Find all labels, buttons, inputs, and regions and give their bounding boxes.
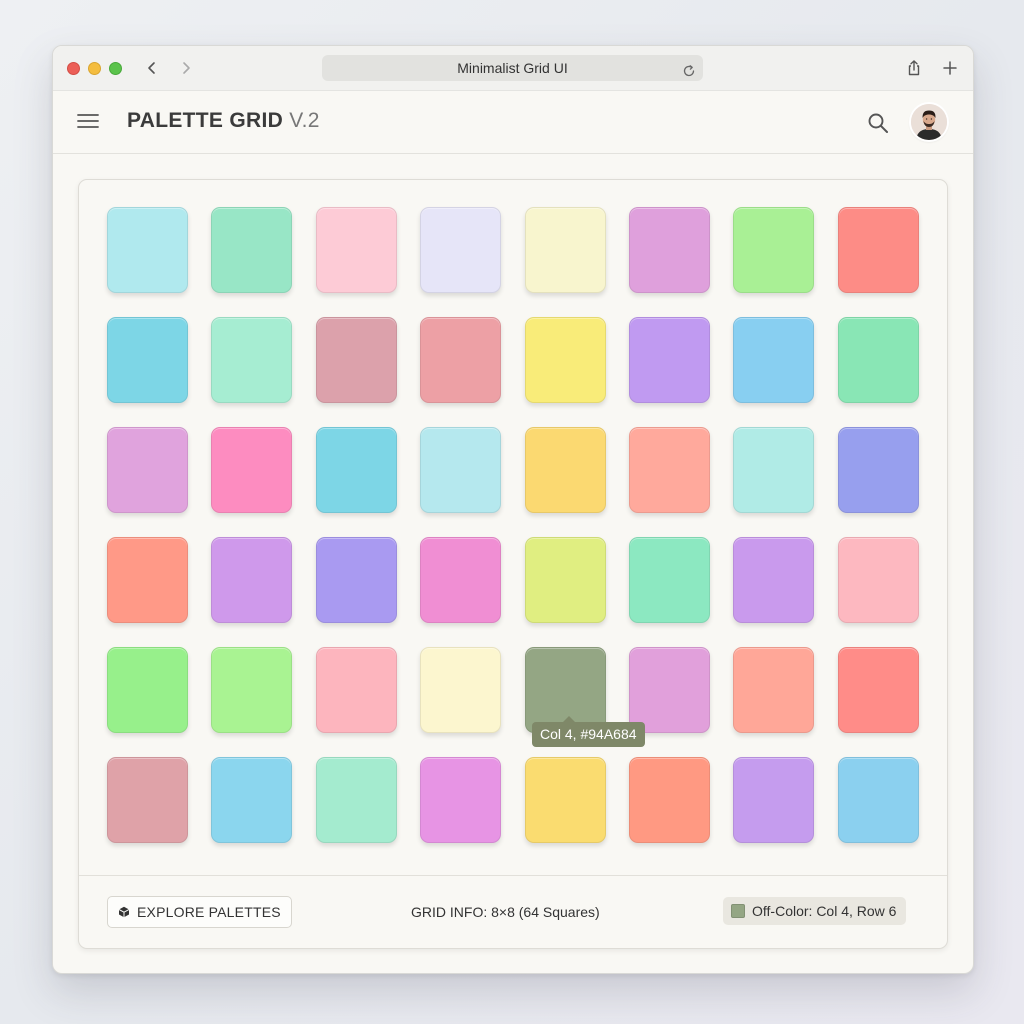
color-swatch[interactable] [525,757,606,843]
color-swatch[interactable] [420,647,501,733]
color-swatch[interactable] [838,427,919,513]
color-swatch[interactable] [211,647,292,733]
address-bar[interactable]: Minimalist Grid UI [322,55,703,81]
app-version: V.2 [289,109,320,132]
color-swatch[interactable] [629,537,710,623]
color-swatch[interactable] [733,757,814,843]
grid-info-text: GRID INFO: 8×8 (64 Squares) [411,904,600,920]
color-swatch[interactable] [107,427,188,513]
cube-icon [118,906,130,918]
color-swatch[interactable] [629,207,710,293]
minimize-window-button[interactable] [88,62,101,75]
color-swatch[interactable] [838,537,919,623]
off-color-label: Off-Color: Col 4, Row 6 [752,903,897,919]
color-swatch[interactable] [107,647,188,733]
color-swatch[interactable] [316,537,397,623]
forward-button[interactable] [175,57,197,79]
color-swatch[interactable] [420,207,501,293]
color-swatch[interactable] [211,427,292,513]
address-bar-title: Minimalist Grid UI [457,60,568,76]
close-window-button[interactable] [67,62,80,75]
user-avatar-icon [911,104,947,140]
off-color-swatch [731,904,745,918]
color-swatch[interactable] [107,537,188,623]
hamburger-menu-icon [77,114,99,128]
color-tooltip: Col 4, #94A684 [532,716,645,747]
color-swatch[interactable] [211,537,292,623]
color-swatch[interactable] [107,207,188,293]
new-tab-button[interactable] [940,58,960,78]
search-button[interactable] [866,111,890,135]
menu-button[interactable] [77,111,99,131]
color-swatch[interactable] [733,317,814,403]
color-swatch[interactable] [838,207,919,293]
palette-panel: Col 4, #94A684 EXPLORE PALETTES GRID INF… [78,179,948,949]
swatch-grid [107,207,921,844]
page-title: PALETTE GRID V.2 [127,109,320,133]
explore-palettes-label: EXPLORE PALETTES [137,904,281,920]
color-swatch[interactable] [733,207,814,293]
title-bar: Minimalist Grid UI [53,46,973,91]
color-swatch[interactable] [525,207,606,293]
color-swatch[interactable] [316,317,397,403]
panel-footer: EXPLORE PALETTES GRID INFO: 8×8 (64 Squa… [79,875,947,949]
color-swatch[interactable] [420,537,501,623]
explore-palettes-button[interactable]: EXPLORE PALETTES [107,896,292,928]
color-swatch[interactable] [838,647,919,733]
color-swatch[interactable] [733,427,814,513]
tooltip-text: Col 4, #94A684 [540,726,637,742]
color-swatch[interactable] [316,207,397,293]
share-icon [908,60,920,76]
chevron-right-icon [183,62,190,74]
color-swatch[interactable] [525,427,606,513]
color-swatch[interactable] [420,427,501,513]
search-icon [868,113,888,133]
back-button[interactable] [141,57,163,79]
color-swatch[interactable] [211,207,292,293]
reload-icon [683,65,695,77]
color-swatch[interactable] [420,317,501,403]
maximize-window-button[interactable] [109,62,122,75]
color-swatch[interactable] [211,317,292,403]
color-swatch[interactable] [316,427,397,513]
color-swatch[interactable] [733,537,814,623]
share-button[interactable] [904,58,924,78]
color-swatch[interactable] [211,757,292,843]
color-swatch[interactable] [107,757,188,843]
app-title-text: PALETTE GRID [127,109,284,132]
color-swatch[interactable] [733,647,814,733]
color-swatch[interactable] [420,757,501,843]
color-swatch[interactable] [838,757,919,843]
off-color-badge: Off-Color: Col 4, Row 6 [723,897,907,925]
color-swatch[interactable] [525,537,606,623]
avatar[interactable] [911,104,947,140]
color-swatch[interactable] [629,317,710,403]
color-swatch[interactable] [316,757,397,843]
color-swatch[interactable] [316,647,397,733]
color-swatch[interactable] [629,757,710,843]
reload-button[interactable] [681,60,697,77]
color-swatch[interactable] [107,317,188,403]
app-header: PALETTE GRID V.2 [53,91,973,154]
color-swatch[interactable] [525,317,606,403]
color-swatch[interactable] [629,647,710,733]
plus-icon [943,61,957,75]
chevron-left-icon [148,62,155,74]
color-swatch[interactable] [629,427,710,513]
color-swatch[interactable] [838,317,919,403]
browser-window: Minimalist Grid UI PALETTE GRID V.2 Col … [52,45,974,974]
